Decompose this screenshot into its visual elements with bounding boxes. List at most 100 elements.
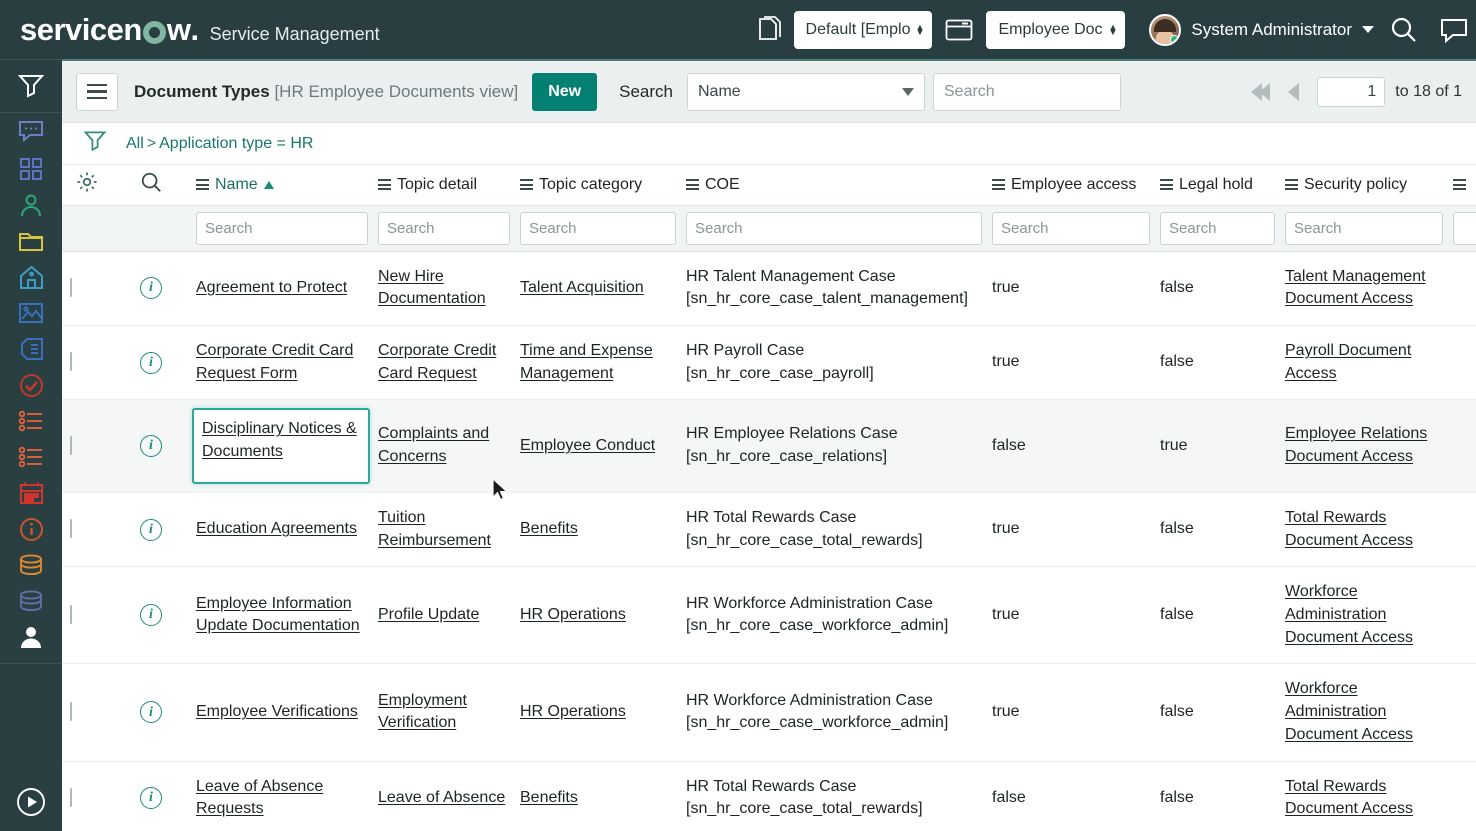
row-checkbox-cell[interactable]: [62, 664, 140, 761]
row-info-cell[interactable]: i: [140, 400, 196, 492]
breadcrumb-all[interactable]: All: [126, 135, 144, 152]
servicenow-logo[interactable]: servicenw. Service Management: [20, 14, 380, 45]
record-link[interactable]: Corporate Credit Card Request Form: [196, 342, 353, 382]
topic-category-link[interactable]: Talent Acquisition: [520, 279, 644, 296]
topic-category-link[interactable]: Employee Conduct: [520, 437, 655, 454]
rail-database-stack-icon[interactable]: [0, 547, 62, 583]
column-header-coe[interactable]: COE: [686, 165, 992, 205]
cell-security-policy[interactable]: Total Rewards Document Access: [1285, 492, 1453, 566]
info-circle-icon[interactable]: i: [140, 519, 162, 541]
table-row[interactable]: i Education Agreements Tuition Reimburse…: [62, 492, 1476, 566]
cell-topic-category[interactable]: HR Operations: [520, 664, 686, 761]
rail-grid-apps-icon[interactable]: [0, 151, 62, 187]
cell-security-policy[interactable]: Talent Management Document Access: [1285, 251, 1453, 325]
row-checkbox[interactable]: [70, 278, 72, 297]
filter-cell-topic-detail[interactable]: [378, 205, 520, 251]
cell-topic-category[interactable]: HR Operations: [520, 567, 686, 664]
cell-security-policy[interactable]: Workforce Administration Document Access: [1285, 664, 1453, 761]
column-search-employee-access[interactable]: [992, 212, 1150, 245]
rail-filter-icon[interactable]: [0, 60, 62, 112]
column-header-name[interactable]: Name: [196, 165, 378, 205]
column-search-overflow[interactable]: [1453, 212, 1476, 245]
breadcrumb-condition[interactable]: Application type = HR: [159, 135, 313, 152]
filter-cell-legal-hold[interactable]: [1160, 205, 1285, 251]
column-search-legal-hold[interactable]: [1160, 212, 1275, 245]
cell-topic-category[interactable]: Employee Conduct: [520, 400, 686, 492]
new-button[interactable]: New: [532, 73, 597, 111]
column-search-name[interactable]: [196, 212, 368, 245]
row-checkbox-cell[interactable]: [62, 761, 140, 831]
cell-topic-detail[interactable]: Leave of Absence: [378, 761, 520, 831]
rail-list-bullets-icon[interactable]: [0, 403, 62, 439]
rail-user-profile-icon[interactable]: [0, 187, 62, 223]
column-menu-icon[interactable]: [196, 179, 209, 190]
security-policy-link[interactable]: Employee Relations Document Access: [1285, 425, 1427, 465]
cell-name[interactable]: Agreement to Protect: [196, 251, 378, 325]
cell-security-policy[interactable]: Workforce Administration Document Access: [1285, 567, 1453, 664]
view-selector[interactable]: Employee Docu ▲▼: [986, 11, 1125, 49]
record-link[interactable]: Education Agreements: [196, 520, 357, 537]
row-checkbox-cell[interactable]: [62, 492, 140, 566]
cell-topic-detail[interactable]: Tuition Reimbursement: [378, 492, 520, 566]
row-checkbox[interactable]: [70, 702, 72, 721]
rail-home-icon[interactable]: [0, 259, 62, 295]
gear-icon[interactable]: [76, 180, 98, 197]
cell-name[interactable]: Disciplinary Notices & Documents: [196, 400, 378, 492]
security-policy-link[interactable]: Workforce Administration Document Access: [1285, 680, 1413, 742]
rail-calendar-icon[interactable]: [0, 475, 62, 511]
topic-detail-link[interactable]: Tuition Reimbursement: [378, 509, 491, 549]
search-input[interactable]: [933, 73, 1121, 111]
list-table-container[interactable]: Name Topic detail Topic category COE Emp…: [62, 165, 1476, 831]
topic-category-link[interactable]: Benefits: [520, 789, 578, 806]
filter-cell-name[interactable]: [196, 205, 378, 251]
filter-cell-overflow[interactable]: [1453, 205, 1476, 251]
record-link[interactable]: Leave of Absence Requests: [196, 778, 323, 818]
cell-topic-detail[interactable]: Complaints and Concerns: [378, 400, 520, 492]
search-field-selector[interactable]: Name: [687, 73, 925, 111]
rail-play-circle-icon[interactable]: [0, 787, 62, 817]
rail-check-circle-icon[interactable]: [0, 367, 62, 403]
column-menu-icon[interactable]: [520, 179, 533, 190]
rail-database-stack-alt-icon[interactable]: [0, 583, 62, 619]
rail-list-bullets-alt-icon[interactable]: [0, 439, 62, 475]
topic-detail-link[interactable]: New Hire Documentation: [378, 268, 486, 308]
security-policy-link[interactable]: Total Rewards Document Access: [1285, 509, 1413, 549]
record-link[interactable]: Agreement to Protect: [196, 279, 347, 296]
table-row[interactable]: i Disciplinary Notices & Documents Compl…: [62, 400, 1476, 492]
rail-folder-icon[interactable]: [0, 223, 62, 259]
column-header-topic-detail[interactable]: Topic detail: [378, 165, 520, 205]
cell-topic-category[interactable]: Talent Acquisition: [520, 251, 686, 325]
browser-window-icon[interactable]: [932, 0, 986, 59]
cell-topic-detail[interactable]: New Hire Documentation: [378, 251, 520, 325]
topic-category-link[interactable]: Benefits: [520, 520, 578, 537]
column-menu-icon[interactable]: [1285, 179, 1298, 190]
row-checkbox[interactable]: [70, 788, 72, 807]
row-info-cell[interactable]: i: [140, 567, 196, 664]
cell-topic-category[interactable]: Benefits: [520, 492, 686, 566]
filter-cell-security-policy[interactable]: [1285, 205, 1453, 251]
filter-cell-topic-category[interactable]: [520, 205, 686, 251]
cell-topic-detail[interactable]: Profile Update: [378, 567, 520, 664]
cell-security-policy[interactable]: Employee Relations Document Access: [1285, 400, 1453, 492]
topic-category-link[interactable]: HR Operations: [520, 703, 626, 720]
search-icon[interactable]: [1374, 0, 1432, 59]
conversation-icon[interactable]: [1432, 0, 1476, 59]
table-row[interactable]: i Agreement to Protect New Hire Document…: [62, 251, 1476, 325]
search-icon[interactable]: [140, 180, 162, 197]
rail-info-circle-icon[interactable]: [0, 511, 62, 547]
topic-detail-link[interactable]: Corporate Credit Card Request: [378, 342, 496, 382]
row-checkbox[interactable]: [70, 352, 72, 371]
record-link[interactable]: Employee Information Update Documentatio…: [196, 595, 360, 635]
cell-topic-detail[interactable]: Corporate Credit Card Request: [378, 325, 520, 399]
column-search-security-policy[interactable]: [1285, 212, 1443, 245]
cell-security-policy[interactable]: Payroll Document Access: [1285, 325, 1453, 399]
info-circle-icon[interactable]: i: [140, 352, 162, 374]
hamburger-menu-icon[interactable]: [76, 73, 118, 111]
topic-category-link[interactable]: HR Operations: [520, 606, 626, 623]
row-checkbox-cell[interactable]: [62, 325, 140, 399]
column-header-security-policy[interactable]: Security policy: [1285, 165, 1453, 205]
row-info-cell[interactable]: i: [140, 251, 196, 325]
topic-detail-link[interactable]: Employment Verification: [378, 692, 467, 732]
column-menu-icon[interactable]: [1160, 179, 1173, 190]
column-header-overflow[interactable]: [1453, 165, 1476, 205]
